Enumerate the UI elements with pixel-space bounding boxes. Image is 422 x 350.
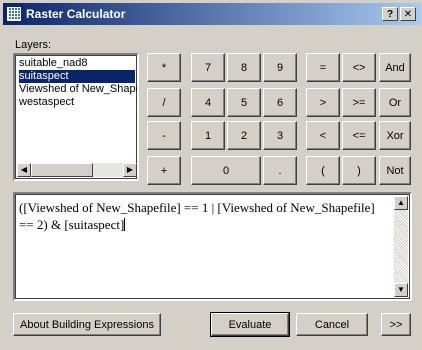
open-paren-button[interactable]: (	[306, 156, 340, 185]
cancel-button[interactable]: Cancel	[296, 313, 368, 336]
greater-than-button[interactable]: >	[306, 88, 340, 117]
not-button[interactable]: Not	[379, 156, 411, 185]
digit-9-button[interactable]: 9	[263, 53, 297, 82]
digit-0-button[interactable]: 0	[191, 156, 261, 185]
scroll-right-button[interactable]: ▶	[123, 163, 137, 177]
evaluate-button[interactable]: Evaluate	[210, 312, 290, 337]
digit-5-button[interactable]: 5	[227, 88, 261, 117]
help-button[interactable]: ?	[382, 7, 398, 21]
decimal-button[interactable]: .	[263, 156, 297, 185]
title-bar[interactable]: Raster Calculator ? ✕	[3, 3, 421, 25]
scroll-left-button[interactable]: ◀	[17, 163, 31, 177]
close-icon: ✕	[403, 9, 413, 20]
or-button[interactable]: Or	[379, 88, 411, 117]
layer-item[interactable]: suitable_nad8	[19, 57, 135, 70]
raster-calculator-dialog: Raster Calculator ? ✕ Layers: suitable_n…	[0, 0, 422, 350]
layer-item[interactable]: westaspect	[19, 96, 135, 109]
digit-8-button[interactable]: 8	[227, 53, 261, 82]
arrow-up-icon: ▲	[397, 198, 405, 207]
equals-button[interactable]: =	[306, 53, 340, 82]
about-expressions-button[interactable]: About Building Expressions	[13, 313, 161, 336]
scroll-thumb[interactable]	[31, 163, 93, 177]
close-button[interactable]: ✕	[400, 7, 416, 21]
expression-line-1: ([Viewshed of New_Shapefile] == 1 | [Vie…	[19, 200, 375, 215]
add-button[interactable]: +	[147, 156, 181, 185]
not-equal-button[interactable]: <>	[342, 53, 376, 82]
less-equal-button[interactable]: <=	[342, 121, 376, 150]
calculator-icon	[7, 7, 21, 21]
expression-box[interactable]: ([Viewshed of New_Shapefile] == 1 | [Vie…	[13, 192, 412, 301]
subtract-button[interactable]: -	[147, 121, 181, 150]
layers-label: Layers:	[15, 39, 52, 51]
and-button[interactable]: And	[379, 53, 411, 82]
less-than-button[interactable]: <	[306, 121, 340, 150]
arrow-left-icon: ◀	[20, 165, 28, 174]
digit-6-button[interactable]: 6	[263, 88, 297, 117]
arrow-down-icon: ▼	[397, 285, 405, 294]
divide-button[interactable]: /	[147, 88, 181, 117]
digit-4-button[interactable]: 4	[191, 88, 225, 117]
expand-button[interactable]: >>	[381, 313, 411, 336]
digit-7-button[interactable]: 7	[191, 53, 225, 82]
expression-line-2: == 2) & [suitaspect]	[19, 217, 125, 232]
xor-button[interactable]: Xor	[379, 121, 411, 150]
scroll-up-button[interactable]: ▲	[394, 196, 408, 210]
digit-3-button[interactable]: 3	[263, 121, 297, 150]
arrow-right-icon: ▶	[126, 165, 134, 174]
layer-item-selected[interactable]: suitaspect	[19, 70, 135, 83]
multiply-button[interactable]: *	[147, 53, 181, 82]
text-caret	[124, 218, 126, 231]
window-title: Raster Calculator	[26, 7, 126, 21]
close-paren-button[interactable]: )	[342, 156, 376, 185]
greater-equal-button[interactable]: >=	[342, 88, 376, 117]
layer-item[interactable]: Viewshed of New_Shapefile	[19, 83, 137, 96]
layers-list[interactable]: suitable_nad8 suitaspect Viewshed of New…	[13, 53, 139, 181]
expression-text[interactable]: ([Viewshed of New_Shapefile] == 1 | [Vie…	[19, 199, 389, 233]
horizontal-scrollbar[interactable]: ◀ ▶	[17, 163, 137, 177]
vertical-scrollbar[interactable]: ▲ ▼	[394, 196, 408, 297]
digit-1-button[interactable]: 1	[191, 121, 225, 150]
digit-2-button[interactable]: 2	[227, 121, 261, 150]
scroll-down-button[interactable]: ▼	[394, 283, 408, 297]
